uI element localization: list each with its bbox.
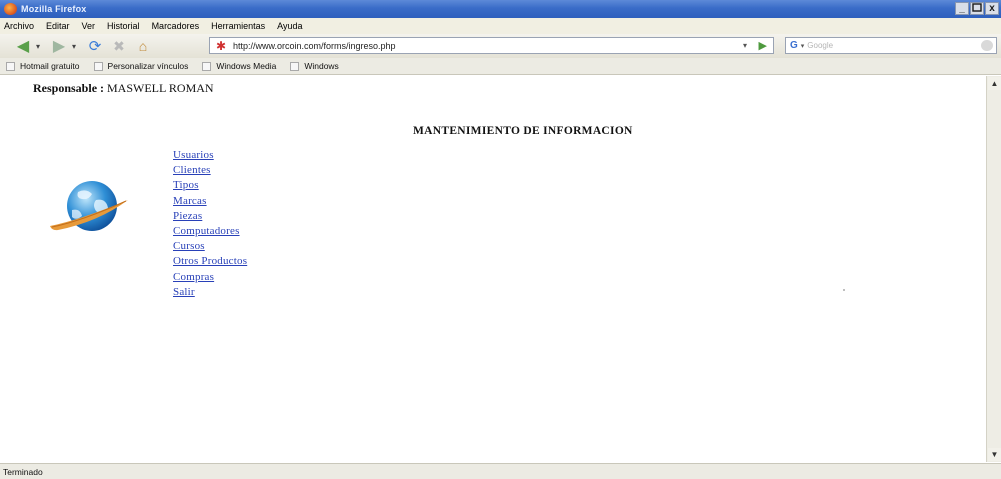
google-engine-icon[interactable]: G (790, 40, 798, 51)
scroll-down-arrow-icon[interactable]: ▼ (988, 448, 1001, 461)
responsable-label: Responsable : (33, 81, 105, 95)
vertical-scrollbar[interactable]: ▲ ▼ (986, 76, 1001, 462)
window-controls: _ x (955, 2, 999, 15)
menu-ver[interactable]: Ver (82, 21, 96, 31)
forward-button[interactable]: ▶ (48, 37, 70, 55)
link-compras[interactable]: Compras (173, 271, 214, 283)
maintenance-menu: Usuarios Clientes Tipos Marcas Piezas Co… (173, 149, 247, 301)
bookmark-windows-media[interactable]: Windows Media (202, 61, 276, 71)
home-button[interactable]: ⌂ (132, 37, 154, 55)
go-button[interactable]: ▶ (759, 39, 767, 52)
status-bar: Terminado (0, 463, 1001, 479)
status-text: Terminado (3, 466, 43, 477)
reload-button[interactable]: ⟳ (84, 37, 106, 55)
menu-historial[interactable]: Historial (107, 21, 140, 31)
menu-archivo[interactable]: Archivo (4, 21, 34, 31)
search-input[interactable]: Google (807, 41, 833, 50)
bookmark-page-icon (93, 61, 103, 71)
bookmark-personalizar[interactable]: Personalizar vínculos (93, 61, 189, 71)
bookmark-label: Hotmail gratuito (20, 61, 80, 71)
url-text[interactable]: http://www.orcoin.com/forms/ingreso.php (233, 41, 396, 51)
link-computadores[interactable]: Computadores (173, 225, 240, 237)
search-icon[interactable] (981, 40, 993, 51)
link-marcas[interactable]: Marcas (173, 195, 207, 207)
globe-logo-icon (50, 181, 128, 231)
menu-marcadores[interactable]: Marcadores (152, 21, 200, 31)
page-title: MANTENIMIENTO DE INFORMACION (413, 125, 633, 137)
bookmarks-toolbar: Hotmail gratuito Personalizar vínculos W… (0, 58, 1001, 75)
scroll-up-arrow-icon[interactable]: ▲ (988, 77, 1001, 90)
bookmark-page-icon (202, 61, 212, 71)
stray-pixel (843, 289, 845, 291)
link-clientes[interactable]: Clientes (173, 164, 211, 176)
url-bar[interactable]: ✱ http://www.orcoin.com/forms/ingreso.ph… (209, 37, 774, 54)
site-favicon-icon: ✱ (215, 38, 227, 53)
maximize-icon (972, 3, 982, 12)
reload-icon: ⟳ (88, 38, 102, 55)
go-arrow-icon: ▶ (758, 40, 767, 52)
page-content: Responsable : MASWELL ROMAN MANTENIMIENT… (0, 76, 986, 462)
url-history-dropdown[interactable]: ▾ (743, 41, 747, 50)
link-usuarios[interactable]: Usuarios (173, 149, 214, 161)
stop-button[interactable]: ✖ (108, 37, 130, 55)
responsable-line: Responsable : MASWELL ROMAN (33, 81, 214, 96)
maximize-button[interactable] (970, 2, 984, 15)
navigation-toolbar: ◀ ▾ ▶ ▾ ⟳ ✖ ⌂ ✱ http://www.orcoin.com/fo… (0, 34, 1001, 58)
menu-editar[interactable]: Editar (46, 21, 70, 31)
bookmark-label: Windows (304, 61, 339, 71)
link-piezas[interactable]: Piezas (173, 210, 202, 222)
link-tipos[interactable]: Tipos (173, 179, 199, 191)
window-title: Mozilla Firefox (21, 4, 87, 14)
bookmark-label: Personalizar vínculos (107, 61, 189, 71)
minimize-button[interactable]: _ (955, 2, 969, 15)
back-arrow-icon: ◀ (16, 38, 30, 55)
menu-ayuda[interactable]: Ayuda (277, 21, 302, 31)
link-cursos[interactable]: Cursos (173, 240, 205, 252)
search-engine-dropdown[interactable]: ▾ (801, 42, 805, 50)
forward-history-dropdown[interactable]: ▾ (72, 42, 76, 51)
bookmark-page-icon (6, 61, 15, 71)
close-button[interactable]: x (985, 2, 999, 15)
firefox-icon (4, 3, 17, 15)
back-button[interactable]: ◀ (12, 37, 34, 55)
forward-arrow-icon: ▶ (52, 38, 66, 55)
responsable-name: MASWELL ROMAN (107, 81, 214, 95)
search-bar[interactable]: G ▾ Google (785, 37, 997, 54)
stop-icon: ✖ (113, 37, 125, 54)
link-otros-productos[interactable]: Otros Productos (173, 255, 247, 267)
window-title-bar[interactable]: Mozilla Firefox _ x (0, 0, 1001, 18)
bookmark-label: Windows Media (216, 61, 277, 71)
bookmark-windows[interactable]: Windows (290, 61, 339, 71)
link-salir[interactable]: Salir (173, 286, 195, 298)
home-icon: ⌂ (138, 38, 148, 54)
back-history-dropdown[interactable]: ▾ (36, 42, 40, 51)
menu-bar: Archivo Editar Ver Historial Marcadores … (0, 18, 1001, 34)
menu-herramientas[interactable]: Herramientas (211, 21, 265, 31)
bookmark-page-icon (290, 61, 300, 71)
bookmark-hotmail[interactable]: Hotmail gratuito (6, 61, 80, 71)
